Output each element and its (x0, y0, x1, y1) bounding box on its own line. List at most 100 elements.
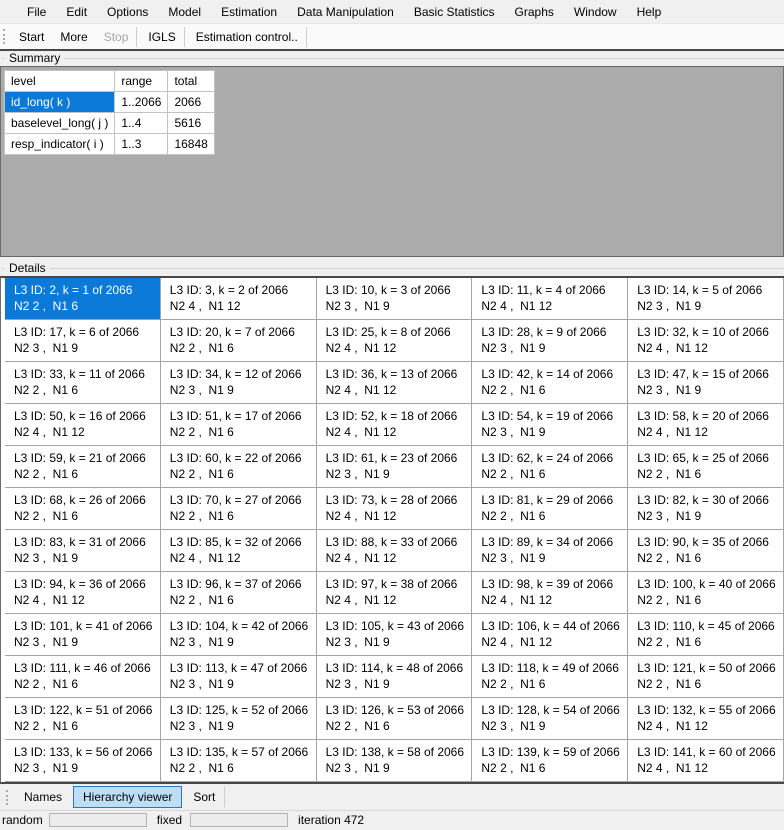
hierarchy-cell[interactable]: L3 ID: 135, k = 57 of 2066 N2 2 , N1 6 (161, 740, 317, 782)
menu-item[interactable]: Help (627, 1, 672, 23)
menu-item[interactable]: Data Manipulation (287, 1, 404, 23)
hierarchy-cell[interactable]: L3 ID: 50, k = 16 of 2066 N2 4 , N1 12 (5, 404, 161, 446)
summary-row[interactable]: id_long( k ) 1..2066 2066 (5, 92, 215, 113)
toolbar-button[interactable]: IGLS (140, 27, 184, 47)
hierarchy-cell[interactable]: L3 ID: 133, k = 56 of 2066 N2 3 , N1 9 (5, 740, 161, 782)
hierarchy-cell[interactable]: L3 ID: 54, k = 19 of 2066 N2 3 , N1 9 (472, 404, 628, 446)
hierarchy-cell[interactable]: L3 ID: 111, k = 46 of 2066 N2 2 , N1 6 (5, 656, 161, 698)
cell-id-line: L3 ID: 17, k = 6 of 2066 (14, 324, 158, 340)
hierarchy-cell[interactable]: L3 ID: 118, k = 49 of 2066 N2 2 , N1 6 (472, 656, 628, 698)
hierarchy-cell[interactable]: L3 ID: 97, k = 38 of 2066 N2 4 , N1 12 (317, 572, 473, 614)
hierarchy-cell[interactable]: L3 ID: 52, k = 18 of 2066 N2 4 , N1 12 (317, 404, 473, 446)
hierarchy-cell[interactable]: L3 ID: 11, k = 4 of 2066 N2 4 , N1 12 (472, 278, 628, 320)
iteration-label: iteration 472 (298, 813, 364, 828)
hierarchy-cell[interactable]: L3 ID: 105, k = 43 of 2066 N2 3 , N1 9 (317, 614, 473, 656)
hierarchy-cell[interactable]: L3 ID: 101, k = 41 of 2066 N2 3 , N1 9 (5, 614, 161, 656)
hierarchy-cell[interactable]: L3 ID: 58, k = 20 of 2066 N2 4 , N1 12 (628, 404, 784, 446)
cell-counts-line: N2 2 , N1 6 (170, 508, 314, 524)
hierarchy-cell[interactable]: L3 ID: 128, k = 54 of 2066 N2 3 , N1 9 (472, 698, 628, 740)
hierarchy-cell[interactable]: L3 ID: 33, k = 11 of 2066 N2 2 , N1 6 (5, 362, 161, 404)
menu-item[interactable]: Model (158, 1, 211, 23)
cell-id-line: L3 ID: 90, k = 35 of 2066 (637, 534, 781, 550)
hierarchy-cell[interactable]: L3 ID: 85, k = 32 of 2066 N2 4 , N1 12 (161, 530, 317, 572)
summary-row[interactable]: baselevel_long( j ) 1..4 5616 (5, 113, 215, 134)
hierarchy-cell[interactable]: L3 ID: 17, k = 6 of 2066 N2 3 , N1 9 (5, 320, 161, 362)
cell-counts-line: N2 2 , N1 6 (637, 550, 781, 566)
hierarchy-cell[interactable]: L3 ID: 25, k = 8 of 2066 N2 4 , N1 12 (317, 320, 473, 362)
hierarchy-cell[interactable]: L3 ID: 126, k = 53 of 2066 N2 2 , N1 6 (317, 698, 473, 740)
hierarchy-cell[interactable]: L3 ID: 113, k = 47 of 2066 N2 3 , N1 9 (161, 656, 317, 698)
hierarchy-cell[interactable]: L3 ID: 98, k = 39 of 2066 N2 4 , N1 12 (472, 572, 628, 614)
hierarchy-cell[interactable]: L3 ID: 83, k = 31 of 2066 N2 3 , N1 9 (5, 530, 161, 572)
hierarchy-cell[interactable]: L3 ID: 96, k = 37 of 2066 N2 2 , N1 6 (161, 572, 317, 614)
hierarchy-cell[interactable]: L3 ID: 32, k = 10 of 2066 N2 4 , N1 12 (628, 320, 784, 362)
hierarchy-cell[interactable]: L3 ID: 138, k = 58 of 2066 N2 3 , N1 9 (317, 740, 473, 782)
hierarchy-cell[interactable]: L3 ID: 139, k = 59 of 2066 N2 2 , N1 6 (472, 740, 628, 782)
hierarchy-cell[interactable]: L3 ID: 82, k = 30 of 2066 N2 3 , N1 9 (628, 488, 784, 530)
cell-id-line: L3 ID: 104, k = 42 of 2066 (170, 618, 314, 634)
hierarchy-cell[interactable]: L3 ID: 73, k = 28 of 2066 N2 4 , N1 12 (317, 488, 473, 530)
menu-item[interactable]: Options (97, 1, 158, 23)
hierarchy-cell[interactable]: L3 ID: 121, k = 50 of 2066 N2 2 , N1 6 (628, 656, 784, 698)
tab[interactable]: Hierarchy viewer (73, 786, 182, 808)
hierarchy-cell[interactable]: L3 ID: 65, k = 25 of 2066 N2 2 , N1 6 (628, 446, 784, 488)
hierarchy-cell[interactable]: L3 ID: 141, k = 60 of 2066 N2 4 , N1 12 (628, 740, 784, 782)
toolbar-button[interactable]: Stop (96, 27, 138, 47)
hierarchy-cell[interactable]: L3 ID: 100, k = 40 of 2066 N2 2 , N1 6 (628, 572, 784, 614)
summary-level-cell[interactable]: baselevel_long( j ) (5, 113, 115, 134)
hierarchy-cell[interactable]: L3 ID: 34, k = 12 of 2066 N2 3 , N1 9 (161, 362, 317, 404)
hierarchy-cell[interactable]: L3 ID: 3, k = 2 of 2066 N2 4 , N1 12 (161, 278, 317, 320)
hierarchy-cell[interactable]: L3 ID: 61, k = 23 of 2066 N2 3 , N1 9 (317, 446, 473, 488)
cell-counts-line: N2 3 , N1 9 (14, 634, 158, 650)
menu-item[interactable]: Window (564, 1, 627, 23)
toolbar-button[interactable]: More (52, 27, 95, 47)
hierarchy-cell[interactable]: L3 ID: 88, k = 33 of 2066 N2 4 , N1 12 (317, 530, 473, 572)
summary-row[interactable]: resp_indicator( i ) 1..3 16848 (5, 134, 215, 155)
hierarchy-cell[interactable]: L3 ID: 42, k = 14 of 2066 N2 2 , N1 6 (472, 362, 628, 404)
hierarchy-cell[interactable]: L3 ID: 110, k = 45 of 2066 N2 2 , N1 6 (628, 614, 784, 656)
tab[interactable]: Names (14, 786, 72, 808)
hierarchy-cell[interactable]: L3 ID: 20, k = 7 of 2066 N2 2 , N1 6 (161, 320, 317, 362)
hierarchy-cell[interactable]: L3 ID: 10, k = 3 of 2066 N2 3 , N1 9 (317, 278, 473, 320)
hierarchy-cell[interactable]: L3 ID: 125, k = 52 of 2066 N2 3 , N1 9 (161, 698, 317, 740)
menu-item[interactable]: Estimation (211, 1, 287, 23)
hierarchy-cell[interactable]: L3 ID: 122, k = 51 of 2066 N2 2 , N1 6 (5, 698, 161, 740)
menu-item[interactable]: Graphs (505, 1, 564, 23)
hierarchy-cell[interactable]: L3 ID: 114, k = 48 of 2066 N2 3 , N1 9 (317, 656, 473, 698)
cell-counts-line: N2 2 , N1 6 (637, 676, 781, 692)
cell-counts-line: N2 2 , N1 6 (481, 508, 625, 524)
tab[interactable]: Sort (183, 786, 225, 808)
hierarchy-cell[interactable]: L3 ID: 62, k = 24 of 2066 N2 2 , N1 6 (472, 446, 628, 488)
hierarchy-cell[interactable]: L3 ID: 104, k = 42 of 2066 N2 3 , N1 9 (161, 614, 317, 656)
hierarchy-cell[interactable]: L3 ID: 36, k = 13 of 2066 N2 4 , N1 12 (317, 362, 473, 404)
summary-table: levelrangetotal id_long( k ) 1..2066 206… (4, 70, 215, 155)
hierarchy-cell[interactable]: L3 ID: 68, k = 26 of 2066 N2 2 , N1 6 (5, 488, 161, 530)
cell-id-line: L3 ID: 98, k = 39 of 2066 (481, 576, 625, 592)
hierarchy-cell[interactable]: L3 ID: 2, k = 1 of 2066 N2 2 , N1 6 (5, 278, 161, 320)
groupbox-line (2, 58, 784, 59)
cell-id-line: L3 ID: 33, k = 11 of 2066 (14, 366, 158, 382)
menu-item[interactable]: File (17, 1, 56, 23)
summary-level-cell[interactable]: id_long( k ) (5, 92, 115, 113)
menu-item[interactable]: Edit (56, 1, 97, 23)
hierarchy-cell[interactable]: L3 ID: 14, k = 5 of 2066 N2 3 , N1 9 (628, 278, 784, 320)
toolbar-button[interactable]: Estimation control.. (188, 27, 307, 47)
hierarchy-cell[interactable]: L3 ID: 70, k = 27 of 2066 N2 2 , N1 6 (161, 488, 317, 530)
hierarchy-cell[interactable]: L3 ID: 59, k = 21 of 2066 N2 2 , N1 6 (5, 446, 161, 488)
hierarchy-cell[interactable]: L3 ID: 47, k = 15 of 2066 N2 3 , N1 9 (628, 362, 784, 404)
hierarchy-cell[interactable]: L3 ID: 51, k = 17 of 2066 N2 2 , N1 6 (161, 404, 317, 446)
hierarchy-cell[interactable]: L3 ID: 28, k = 9 of 2066 N2 3 , N1 9 (472, 320, 628, 362)
toolbar-grip-handle[interactable] (3, 29, 5, 44)
toolbar-button[interactable]: Start (11, 27, 52, 47)
hierarchy-cell[interactable]: L3 ID: 132, k = 55 of 2066 N2 4 , N1 12 (628, 698, 784, 740)
hierarchy-cell[interactable]: L3 ID: 106, k = 44 of 2066 N2 4 , N1 12 (472, 614, 628, 656)
hierarchy-cell[interactable]: L3 ID: 89, k = 34 of 2066 N2 3 , N1 9 (472, 530, 628, 572)
hierarchy-cell[interactable]: L3 ID: 90, k = 35 of 2066 N2 2 , N1 6 (628, 530, 784, 572)
cell-counts-line: N2 2 , N1 6 (14, 382, 158, 398)
hierarchy-cell[interactable]: L3 ID: 94, k = 36 of 2066 N2 4 , N1 12 (5, 572, 161, 614)
tabbar-grip-handle[interactable] (6, 790, 8, 805)
summary-level-cell[interactable]: resp_indicator( i ) (5, 134, 115, 155)
hierarchy-cell[interactable]: L3 ID: 60, k = 22 of 2066 N2 2 , N1 6 (161, 446, 317, 488)
hierarchy-cell[interactable]: L3 ID: 81, k = 29 of 2066 N2 2 , N1 6 (472, 488, 628, 530)
menu-item[interactable]: Basic Statistics (404, 1, 505, 23)
